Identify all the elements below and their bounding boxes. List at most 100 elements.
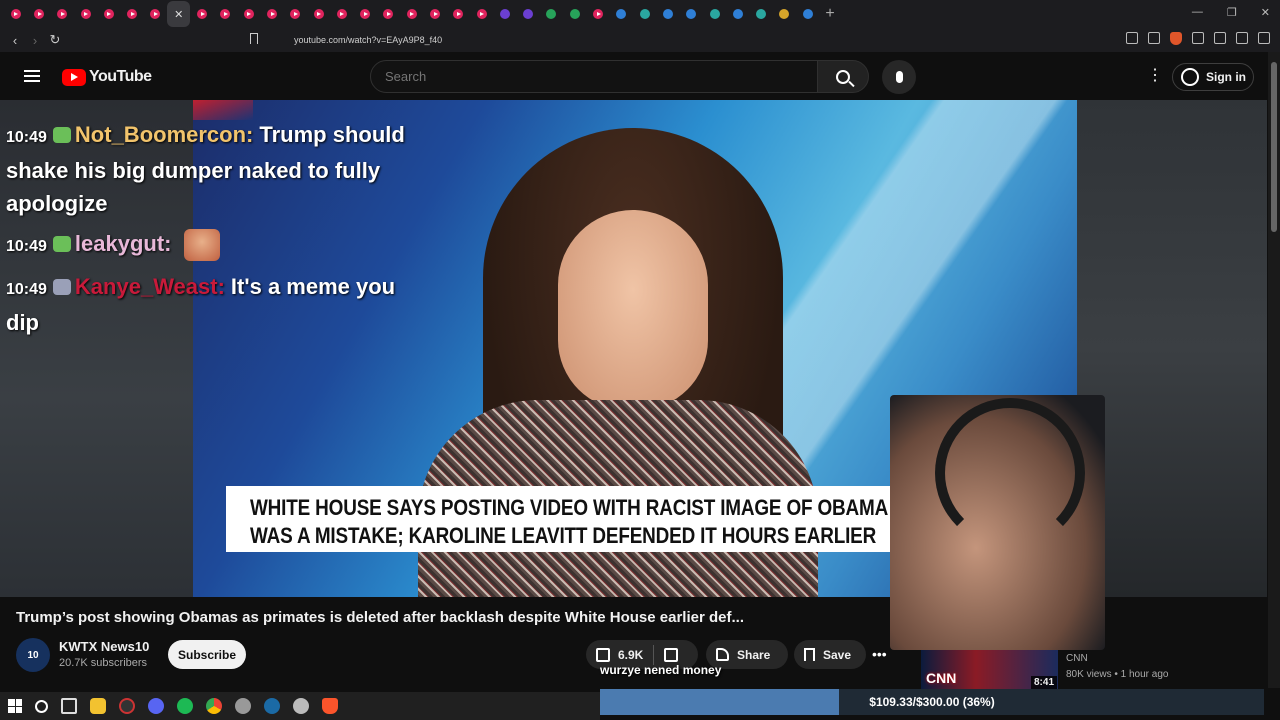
browser-tab[interactable] bbox=[237, 1, 260, 27]
browser-tab[interactable] bbox=[470, 1, 493, 27]
tab-favicon-icon bbox=[336, 9, 347, 19]
page-scrollbar[interactable] bbox=[1268, 52, 1280, 688]
more-actions-button[interactable]: ••• bbox=[872, 646, 887, 662]
subscriber-count: 20.7K subscribers bbox=[59, 657, 148, 669]
like-divider bbox=[653, 644, 655, 665]
browser-tab[interactable] bbox=[423, 1, 446, 27]
network-graphic bbox=[193, 100, 253, 120]
tab-favicon-icon bbox=[756, 9, 767, 19]
minimize-icon[interactable]: — bbox=[1192, 6, 1203, 19]
browser-tab[interactable] bbox=[144, 1, 167, 27]
browser-tab[interactable] bbox=[190, 1, 213, 27]
recommended-meta: 80K views • 1 hour ago bbox=[1066, 669, 1169, 680]
browser-tab[interactable] bbox=[703, 1, 726, 27]
browser-tab[interactable] bbox=[377, 1, 400, 27]
thumb-down-icon[interactable] bbox=[664, 647, 679, 662]
discord-icon[interactable] bbox=[148, 698, 164, 714]
back-icon[interactable]: ‹ bbox=[5, 33, 25, 48]
chat-timestamp: 10:49 bbox=[6, 281, 47, 298]
youtube-header: YouTube ⋮ Sign in bbox=[0, 52, 1280, 100]
browser-tab[interactable] bbox=[750, 1, 773, 27]
scrollbar-thumb[interactable] bbox=[1271, 62, 1277, 232]
brave-shields-icon[interactable] bbox=[1170, 32, 1182, 45]
thumbnail-logo: CNN bbox=[926, 670, 957, 686]
browser-toolbar: ‹ › ↻ youtube.com/watch?v=EAyA9P8_f40 bbox=[0, 28, 1280, 52]
browser-tab[interactable] bbox=[284, 1, 307, 27]
spotify-icon[interactable] bbox=[177, 698, 193, 714]
obs-icon[interactable] bbox=[119, 698, 135, 714]
windows-start-icon[interactable] bbox=[8, 699, 22, 713]
menu-icon[interactable] bbox=[1258, 32, 1270, 44]
app-icon-2[interactable] bbox=[293, 698, 309, 714]
maximize-icon[interactable]: ❐ bbox=[1227, 6, 1237, 19]
sign-in-button[interactable]: Sign in bbox=[1172, 63, 1254, 91]
browser-tab[interactable] bbox=[214, 1, 237, 27]
app-icon[interactable] bbox=[235, 698, 251, 714]
new-tab-button[interactable]: + bbox=[825, 5, 834, 23]
like-count[interactable]: 6.9K bbox=[618, 648, 643, 662]
file-explorer-icon[interactable] bbox=[90, 698, 106, 714]
reload-icon[interactable]: ↻ bbox=[45, 32, 65, 48]
save-button[interactable]: Save bbox=[794, 640, 866, 669]
browser-tab[interactable] bbox=[51, 1, 74, 27]
recommended-channel[interactable]: CNN bbox=[1066, 653, 1088, 664]
brave-browser-icon[interactable] bbox=[322, 698, 338, 714]
video-title: Trump’s post showing Obamas as primates … bbox=[16, 609, 744, 626]
browser-tab[interactable] bbox=[400, 1, 423, 27]
browser-tab[interactable] bbox=[493, 1, 516, 27]
forward-icon[interactable]: › bbox=[25, 33, 45, 48]
search-input[interactable] bbox=[385, 69, 785, 84]
cast-icon[interactable] bbox=[1148, 32, 1160, 44]
chrome-icon[interactable] bbox=[206, 698, 222, 714]
browser-tab[interactable] bbox=[353, 1, 376, 27]
search-button[interactable] bbox=[817, 60, 869, 93]
close-tab-icon[interactable]: ✕ bbox=[174, 8, 183, 21]
browser-tab[interactable] bbox=[680, 1, 703, 27]
browser-tab[interactable] bbox=[773, 1, 796, 27]
zoom-icon[interactable] bbox=[1126, 32, 1138, 44]
browser-tab[interactable] bbox=[307, 1, 330, 27]
search-taskbar-icon[interactable] bbox=[35, 699, 48, 713]
browser-tab[interactable] bbox=[540, 1, 563, 27]
voice-search-button[interactable] bbox=[882, 60, 916, 94]
logo-text: YouTube bbox=[89, 68, 152, 85]
browser-tab[interactable] bbox=[120, 1, 143, 27]
thumb-up-icon[interactable] bbox=[596, 647, 610, 662]
browser-tab[interactable] bbox=[27, 1, 50, 27]
browser-tab[interactable] bbox=[610, 1, 633, 27]
save-label: Save bbox=[823, 647, 852, 662]
browser-tab[interactable] bbox=[517, 1, 540, 27]
browser-tab[interactable] bbox=[726, 1, 749, 27]
tab-favicon-icon bbox=[686, 9, 697, 19]
browser-tab[interactable] bbox=[4, 1, 27, 27]
subscribe-button[interactable]: Subscribe bbox=[168, 640, 246, 669]
channel-name[interactable]: KWTX News10 bbox=[59, 639, 149, 654]
browser-tab[interactable] bbox=[656, 1, 679, 27]
browser-tab[interactable] bbox=[633, 1, 656, 27]
browser-tab[interactable] bbox=[97, 1, 120, 27]
chat-timestamp: 10:49 bbox=[6, 129, 47, 146]
hamburger-menu-icon[interactable] bbox=[24, 70, 40, 82]
browser-tab[interactable] bbox=[260, 1, 283, 27]
bookmark-page-icon[interactable] bbox=[250, 33, 258, 44]
browser-tab[interactable] bbox=[586, 1, 609, 27]
chat-timestamp: 10:49 bbox=[6, 238, 47, 255]
browser-tab[interactable] bbox=[796, 1, 819, 27]
browser-tab[interactable] bbox=[74, 1, 97, 27]
youtube-logo[interactable]: YouTube bbox=[62, 68, 152, 86]
tab-favicon-icon bbox=[523, 9, 534, 19]
wallet-icon[interactable] bbox=[1236, 32, 1248, 44]
sidebar-icon[interactable] bbox=[1214, 32, 1226, 44]
task-view-icon[interactable] bbox=[61, 698, 77, 714]
more-vert-icon[interactable]: ⋮ bbox=[1147, 68, 1163, 84]
address-bar[interactable]: youtube.com/watch?v=EAyA9P8_f40 bbox=[270, 31, 990, 49]
browser-tab-active[interactable]: ✕ bbox=[167, 1, 191, 27]
browser-tab[interactable] bbox=[563, 1, 586, 27]
browser-tab[interactable] bbox=[447, 1, 470, 27]
steam-icon[interactable] bbox=[264, 698, 280, 714]
donation-goal-bar: $109.33/$300.00 (36%) bbox=[600, 689, 1264, 715]
channel-avatar[interactable]: 10 bbox=[16, 638, 50, 672]
extensions-icon[interactable] bbox=[1192, 32, 1204, 44]
close-window-icon[interactable]: ✕ bbox=[1261, 6, 1270, 19]
browser-tab[interactable] bbox=[330, 1, 353, 27]
